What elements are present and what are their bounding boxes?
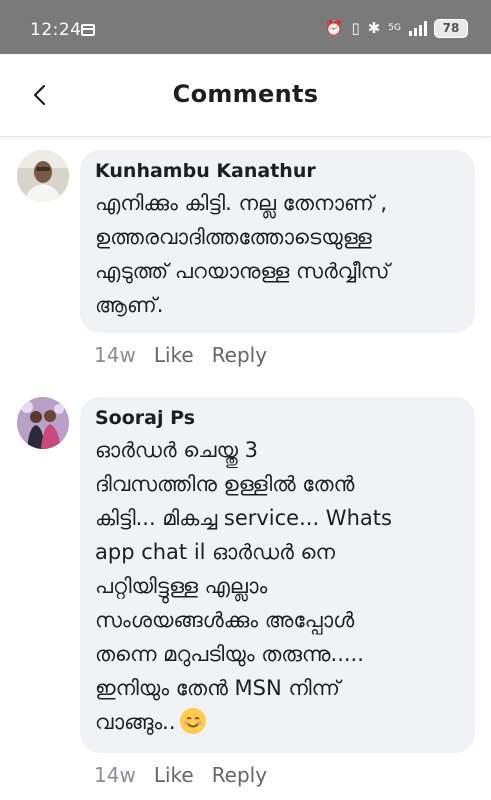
status-icons: ⏰ ▯ ✱ 5G 78 — [325, 18, 467, 38]
comments-header: Comments — [0, 54, 491, 137]
comment-time: 14w — [94, 343, 136, 367]
comment-text: ഓർഡർ ചെയ്തു 3 ദിവസത്തിനു ഉള്ളിൽ തേൻ കിട്… — [95, 433, 459, 739]
avatar[interactable] — [17, 150, 69, 202]
page-title: Comments — [172, 80, 319, 108]
comment-time: 14w — [94, 763, 136, 787]
comment-bubble: Kunhambu Kanathur എനിക്കും കിട്ടി. നല്ല … — [80, 150, 475, 333]
reply-button[interactable]: Reply — [212, 343, 267, 367]
comment-author[interactable]: Kunhambu Kanathur — [95, 160, 459, 182]
like-button[interactable]: Like — [154, 343, 194, 367]
signal-icon — [409, 20, 427, 36]
comment-actions: 14w Like Reply — [94, 763, 267, 787]
reply-button[interactable]: Reply — [212, 763, 267, 787]
calendar-icon — [81, 24, 95, 36]
comment-text: എനിക്കും കിട്ടി. നല്ല തേനാണ് , ഉത്തരവാദി… — [95, 191, 390, 317]
status-bar: 12:24 ⏰ ▯ ✱ 5G 78 — [0, 0, 491, 54]
bluetooth-icon: ✱ — [367, 19, 381, 37]
like-button[interactable]: Like — [154, 763, 194, 787]
person-photo — [17, 150, 69, 202]
battery-indicator: 78 — [435, 19, 467, 37]
comment-author[interactable]: Sooraj Ps — [95, 407, 459, 429]
alarm-icon: ⏰ — [324, 19, 344, 37]
vibrate-icon: ▯ — [351, 19, 360, 37]
comment-text-body: ഓർഡർ ചെയ്തു 3 ദിവസത്തിനു ഉള്ളിൽ തേൻ കിട്… — [95, 438, 392, 734]
smiling-face-emoji-icon — [179, 708, 206, 734]
couple-photo — [17, 397, 69, 449]
comment-bubble: Sooraj Ps ഓർഡർ ചെയ്തു 3 ദിവസത്തിനു ഉള്ളി… — [80, 397, 475, 753]
status-time: 12:24 — [30, 20, 82, 40]
network-type: 5G — [388, 22, 401, 33]
avatar[interactable] — [17, 397, 69, 449]
comment-actions: 14w Like Reply — [94, 343, 267, 367]
